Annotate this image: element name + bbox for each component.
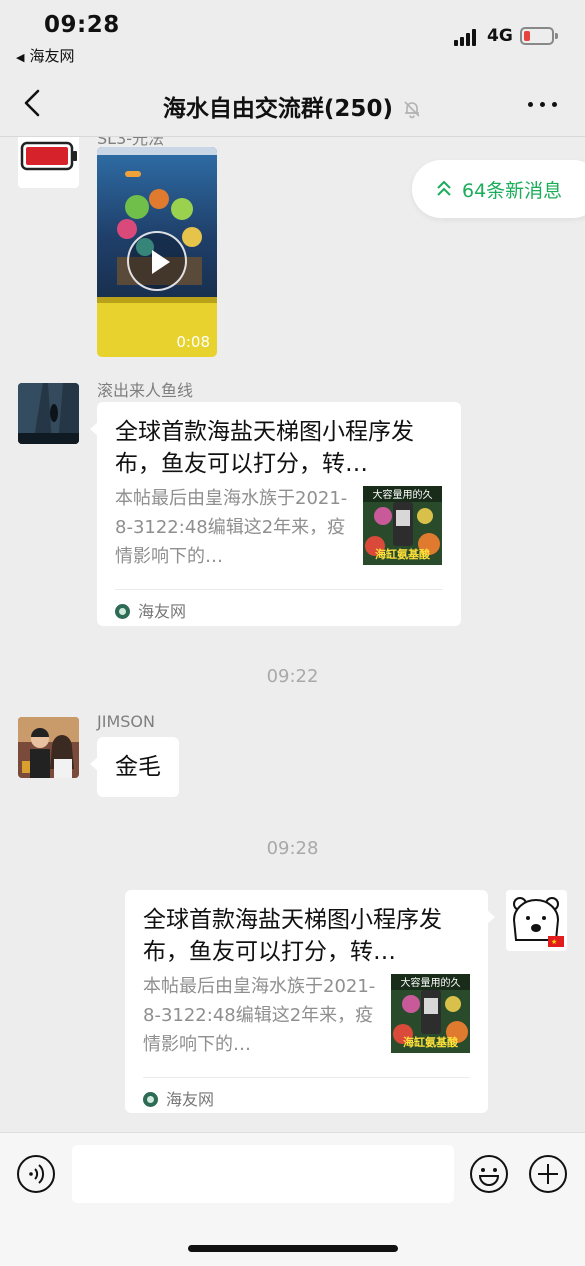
link-thumbnail: 大容量用的久 海缸氨基酸 bbox=[363, 486, 442, 565]
time-separator: 09:22 bbox=[266, 666, 319, 687]
voice-input-icon[interactable] bbox=[16, 1154, 56, 1194]
play-icon[interactable] bbox=[127, 231, 187, 291]
link-thumbnail: 大容量用的久 海缸氨基酸 bbox=[391, 974, 470, 1053]
link-source-label: 海友网 bbox=[138, 602, 187, 621]
thumb-caption-top: 大容量用的久 bbox=[401, 976, 461, 989]
back-triangle-icon: ◀ bbox=[16, 51, 25, 64]
link-source-label: 海友网 bbox=[166, 1090, 215, 1109]
thumb-caption-bottom: 海缸氨基酸 bbox=[375, 547, 431, 561]
more-icon[interactable] bbox=[528, 102, 558, 108]
back-app-label: 海友网 bbox=[29, 47, 75, 65]
link-title: 全球首款海盐天梯图小程序发布，鱼友可以打分，转… bbox=[115, 419, 414, 477]
plus-icon[interactable] bbox=[528, 1154, 568, 1194]
divider bbox=[143, 1077, 470, 1078]
thumb-caption-top: 大容量用的久 bbox=[373, 488, 433, 501]
video-duration: 0:08 bbox=[176, 333, 210, 351]
source-logo-icon bbox=[143, 1092, 158, 1107]
link-card[interactable]: 全球首款海盐天梯图小程序发布，鱼友可以打分，转… 本帖最后由皇海水族于2021-… bbox=[125, 890, 495, 1113]
source-logo-icon bbox=[115, 604, 130, 619]
product-thumbnail-image: 大容量用的久 海缸氨基酸 bbox=[363, 486, 442, 565]
link-card[interactable]: 全球首款海盐天梯图小程序发布，鱼友可以打分，转… 本帖最后由皇海水族于2021-… bbox=[90, 402, 461, 626]
status-bar: 09:28 ◀ 海友网 4G bbox=[0, 0, 585, 70]
network-type: 4G bbox=[487, 26, 513, 46]
chat-area[interactable]: SL3-光法 0:08 滚出来人鱼线 全球首款海盐天梯图小程序发布，鱼友可以打分… bbox=[0, 137, 585, 1132]
back-to-app-link[interactable]: ◀ 海友网 bbox=[16, 45, 74, 66]
sender-name: 滚出来人鱼线 bbox=[97, 381, 194, 400]
link-description: 本帖最后由皇海水族于2021-8-3122:48编辑这2年来，疫情影响下的… bbox=[143, 976, 376, 1055]
divider bbox=[115, 589, 443, 590]
avatar[interactable] bbox=[18, 717, 79, 778]
avatar[interactable] bbox=[18, 383, 79, 444]
signal-icon bbox=[454, 28, 480, 46]
video-message[interactable]: 0:08 bbox=[97, 147, 217, 357]
emoji-icon[interactable] bbox=[469, 1154, 509, 1194]
link-source: 海友网 bbox=[143, 1086, 214, 1110]
nav-bar: 海水自由交流群(250) bbox=[0, 70, 585, 137]
diver-avatar-image bbox=[18, 383, 79, 444]
battery-level bbox=[524, 31, 530, 41]
chat-title: 海水自由交流群(250) bbox=[162, 96, 393, 122]
sender-name: JIMSON bbox=[97, 712, 155, 731]
time-separator: 09:28 bbox=[266, 838, 319, 859]
message-input[interactable] bbox=[72, 1145, 454, 1203]
couple-avatar-image bbox=[18, 717, 79, 778]
status-time: 09:28 bbox=[44, 12, 120, 38]
thumb-caption-bottom: 海缸氨基酸 bbox=[403, 1035, 459, 1049]
new-messages-label: 64条新消息 bbox=[462, 180, 563, 202]
link-title: 全球首款海盐天梯图小程序发布，鱼友可以打分，转… bbox=[143, 907, 442, 965]
nav-title-wrap: 海水自由交流群(250) bbox=[0, 89, 585, 123]
product-thumbnail-image: 大容量用的久 海缸氨基酸 bbox=[391, 974, 470, 1053]
battery-avatar-image bbox=[20, 141, 77, 171]
chevrons-up-icon bbox=[437, 180, 451, 196]
text-message[interactable]: 金毛 bbox=[90, 737, 179, 797]
new-messages-button[interactable]: 64条新消息 bbox=[412, 160, 585, 218]
bell-muted-icon bbox=[404, 101, 420, 119]
link-source: 海友网 bbox=[115, 598, 186, 622]
svg-text:★: ★ bbox=[551, 938, 557, 946]
battery-icon bbox=[520, 27, 558, 45]
home-indicator bbox=[188, 1245, 398, 1252]
avatar[interactable] bbox=[18, 137, 79, 188]
avatar[interactable]: ★ bbox=[506, 890, 567, 951]
bear-avatar-image: ★ bbox=[506, 890, 567, 951]
link-description: 本帖最后由皇海水族于2021-8-3122:48编辑这2年来，疫情影响下的… bbox=[115, 488, 348, 567]
